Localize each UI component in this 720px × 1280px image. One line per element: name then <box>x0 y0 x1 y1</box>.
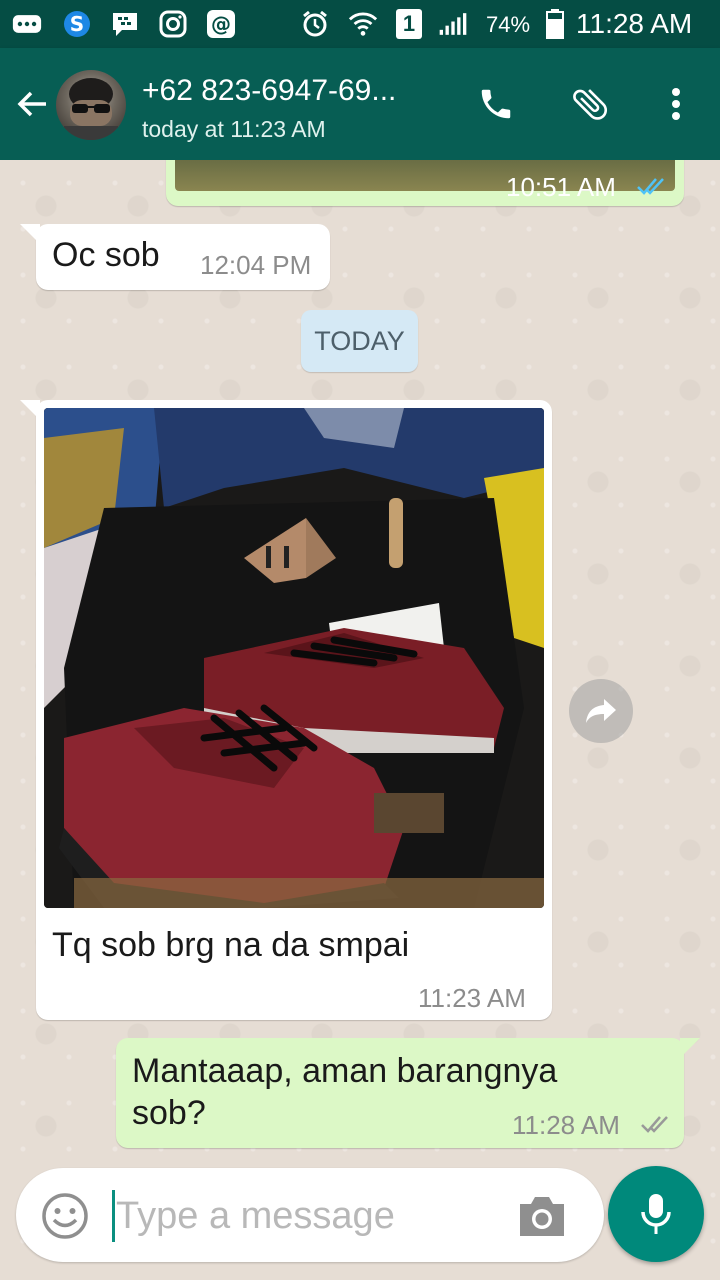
voice-message-button[interactable] <box>608 1166 704 1262</box>
signal-icon <box>438 9 468 39</box>
instagram-icon <box>158 9 188 39</box>
date-divider: TODAY <box>301 310 418 372</box>
message-time: 11:28 AM <box>512 1110 620 1140</box>
bbm-icon <box>110 9 140 39</box>
attach-icon <box>573 89 608 120</box>
bubble-tail <box>20 400 40 420</box>
image-caption: Tq sob brg na da smpai <box>52 926 410 964</box>
bubble-tail <box>680 1038 700 1058</box>
wifi-icon <box>348 9 378 39</box>
sim-icon: 1 <box>396 9 422 39</box>
more-options-button[interactable] <box>654 82 698 126</box>
message-input[interactable] <box>116 1186 496 1246</box>
message-time: 11:23 AM <box>418 983 526 1013</box>
attach-button[interactable] <box>568 82 612 126</box>
contact-name[interactable]: +62 823-6947-69... <box>142 74 396 108</box>
mic-icon <box>641 1194 671 1234</box>
text-caret <box>112 1190 115 1242</box>
svg-text:@: @ <box>211 12 231 36</box>
message-bubble-in[interactable]: Oc sob 12:04 PM <box>36 224 330 290</box>
clock: 11:28 AM <box>576 8 693 39</box>
forward-icon <box>586 699 616 723</box>
message-text: Oc sob <box>52 236 160 274</box>
phone-icon <box>481 89 511 119</box>
message-bubble-out[interactable]: Mantaaap, aman barangnya sob? 11:28 AM <box>116 1038 684 1148</box>
battery-percent: 74% <box>486 12 531 37</box>
back-button[interactable] <box>10 82 54 126</box>
forward-button[interactable] <box>569 679 633 743</box>
skype-icon: S <box>62 9 92 39</box>
voice-call-button[interactable] <box>474 82 518 126</box>
message-bubble-out[interactable]: 10:51 AM <box>166 160 684 206</box>
delivered-receipt-icon <box>641 1116 668 1133</box>
last-seen: today at 11:23 AM <box>142 116 326 142</box>
more-vert-icon <box>672 88 680 120</box>
status-bar: S @ 1 74% 11:28 AM <box>0 0 720 48</box>
chat-header: +62 823-6947-69... today at 11:23 AM <box>0 48 720 160</box>
sim-slot-label: 1 <box>402 11 416 36</box>
email-icon: @ <box>206 9 236 39</box>
camera-icon[interactable] <box>516 1192 568 1240</box>
alarm-icon <box>300 9 330 39</box>
bubble-tail <box>20 224 40 244</box>
emoji-icon[interactable] <box>40 1191 90 1241</box>
message-time: 12:04 PM <box>200 250 312 280</box>
svg-text:S: S <box>70 12 84 36</box>
sneakers-photo <box>44 408 544 908</box>
avatar[interactable] <box>56 70 126 140</box>
read-receipt-icon <box>637 178 664 195</box>
back-icon <box>17 91 46 117</box>
more-icon <box>12 9 42 39</box>
message-time: 10:51 AM <box>506 172 616 202</box>
shared-image[interactable] <box>44 408 544 908</box>
chat-area[interactable]: 10:51 AM Oc sob 12:04 PM TODAY Tq sob br… <box>0 160 720 1280</box>
battery-icon <box>540 9 570 39</box>
